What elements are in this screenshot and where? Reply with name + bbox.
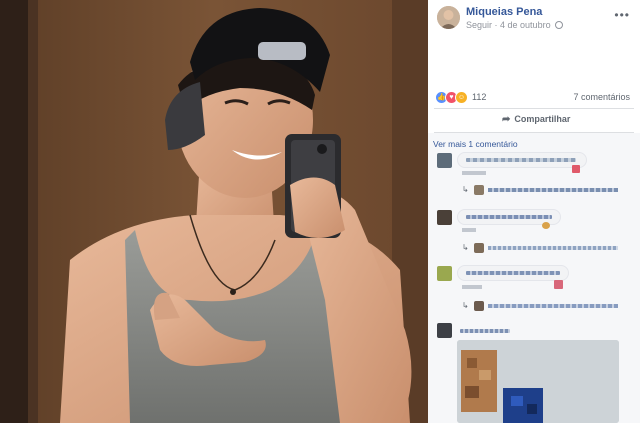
comments-count-link[interactable]: 7 comentários — [573, 92, 630, 102]
post-meta: Seguir · 4 de outubro — [466, 20, 564, 30]
reply-preview[interactable]: ↳ — [462, 301, 622, 311]
reply-arrow-icon: ↳ — [462, 185, 469, 194]
author-name[interactable]: Miqueias Pena — [466, 6, 542, 18]
commenter-avatar[interactable] — [437, 210, 452, 225]
reply-arrow-icon: ↳ — [462, 301, 469, 310]
commenter-avatar[interactable] — [437, 266, 452, 281]
emoji-icon — [542, 222, 550, 229]
more-options-icon[interactable]: ••• — [614, 8, 630, 22]
post-photo[interactable] — [0, 0, 428, 423]
comment-image[interactable] — [457, 340, 619, 423]
commenter-avatar[interactable] — [437, 323, 452, 338]
globe-icon — [555, 21, 564, 29]
comment-bubble — [457, 152, 587, 168]
follow-link[interactable]: Seguir — [466, 20, 492, 30]
reply-preview[interactable]: ↳ — [462, 243, 622, 253]
reactions-summary[interactable]: 👍 ♥ ☺ 112 — [435, 90, 486, 104]
replier-avatar — [474, 301, 484, 311]
reaction-badge-icon — [572, 165, 580, 173]
reaction-badge-icon — [554, 280, 563, 289]
share-label: Compartilhar — [514, 114, 571, 124]
reply-preview[interactable]: ↳ — [462, 185, 622, 195]
commenter-name[interactable] — [460, 329, 510, 333]
comment-actions[interactable] — [462, 171, 486, 175]
comment-actions[interactable] — [462, 285, 482, 289]
post-header: Miqueias Pena Seguir · 4 de outubro ••• — [428, 0, 640, 34]
see-more-comments-link[interactable]: Ver mais 1 comentário — [433, 139, 518, 149]
divider — [434, 108, 634, 109]
selfie-image — [0, 0, 428, 423]
reactions-count: 112 — [472, 92, 487, 102]
reply-arrow-icon: ↳ — [462, 243, 469, 252]
author-avatar[interactable] — [437, 6, 460, 29]
comment-actions[interactable] — [462, 228, 476, 232]
share-button[interactable]: ➦ Compartilhar — [502, 114, 570, 125]
replier-avatar — [474, 243, 484, 253]
post-sidebar: Miqueias Pena Seguir · 4 de outubro ••• … — [428, 0, 640, 423]
comment-bubble — [457, 265, 569, 281]
replier-avatar — [474, 185, 484, 195]
haha-reaction-icon: ☺ — [455, 90, 468, 104]
commenter-avatar[interactable] — [437, 153, 452, 168]
post-date[interactable]: 4 de outubro — [500, 20, 551, 30]
share-icon: ➦ — [502, 114, 511, 125]
comments-section: Ver mais 1 comentário ↳ ↳ ↳ — [428, 133, 640, 423]
